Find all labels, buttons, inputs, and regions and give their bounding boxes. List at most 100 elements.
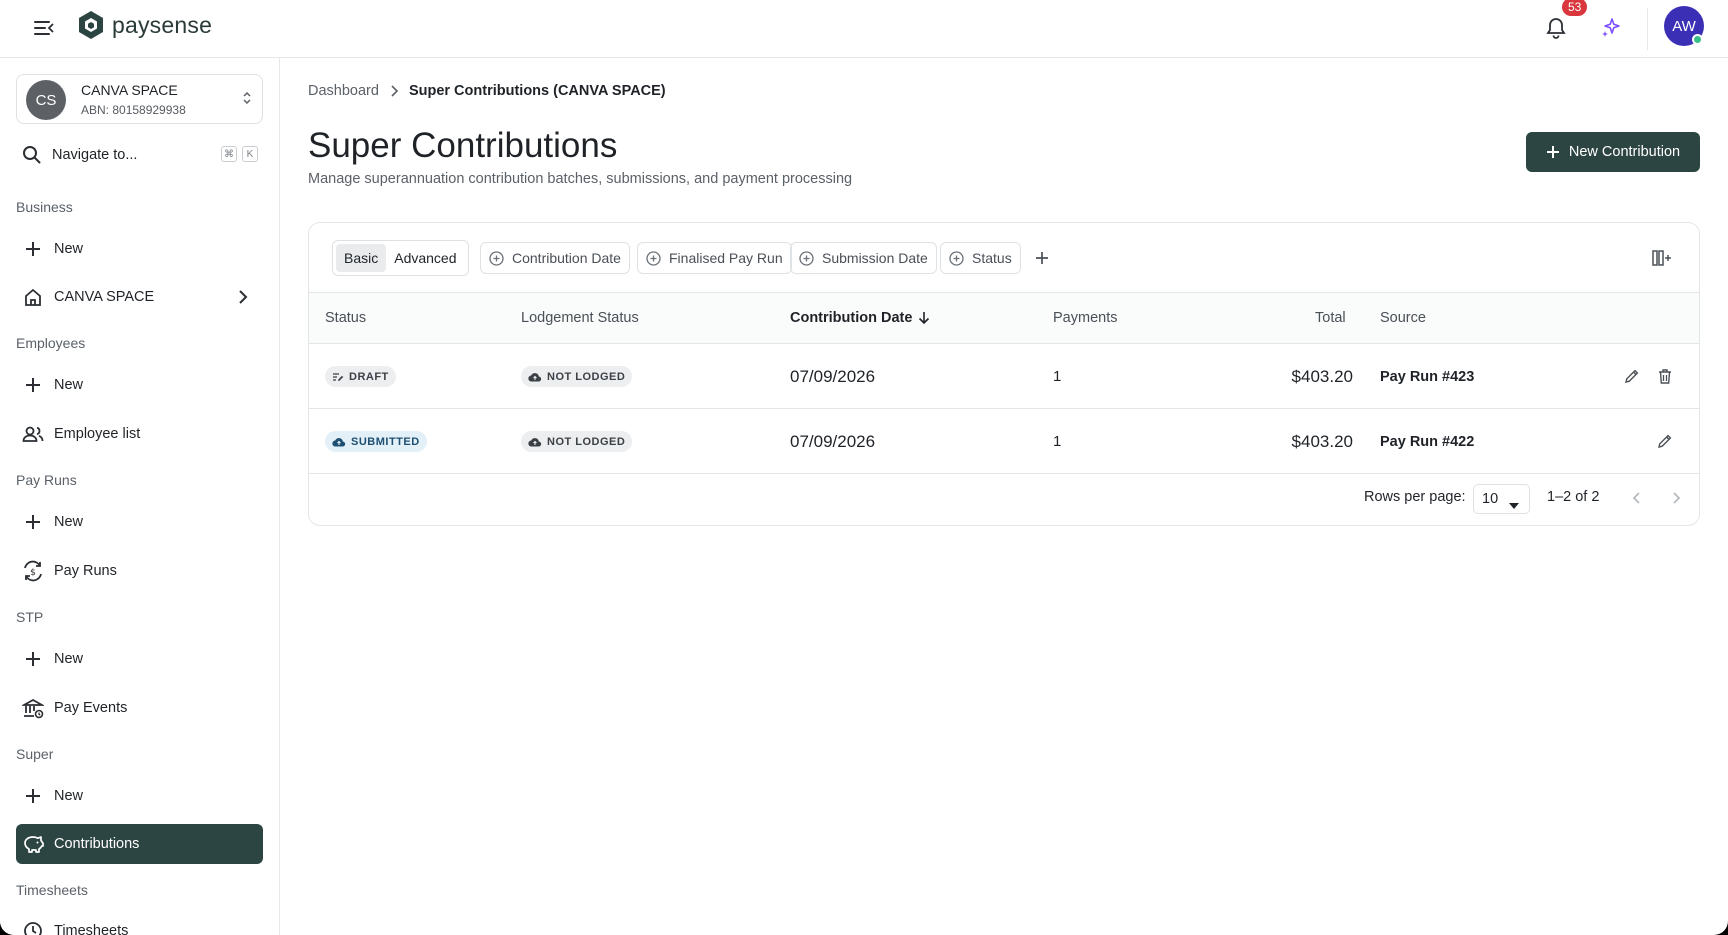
column-header-total[interactable]: Total (1315, 310, 1346, 326)
column-header-lodgement-status[interactable]: Lodgement Status (521, 310, 639, 326)
brand-logo[interactable]: paysense (78, 10, 212, 40)
org-abn: ABN: 80158929938 (81, 103, 186, 117)
bank-icon (22, 697, 44, 719)
piggy-bank-icon (22, 833, 44, 855)
payments-cell: 1 (1053, 368, 1062, 385)
ai-sparkle-icon[interactable] (1597, 14, 1625, 42)
contribution-date-cell: 07/09/2026 (790, 366, 876, 386)
lodgement-cell: NOT LODGED (521, 344, 633, 409)
sidebar-item-timesheets[interactable]: Timesheets (16, 911, 263, 935)
add-filter-plus-icon[interactable] (1031, 247, 1053, 269)
sidebar-item-label: New (54, 651, 84, 667)
breadcrumb-chevron-icon (389, 84, 399, 98)
lodgement-cell: NOT LODGED (521, 409, 633, 474)
edit-pencil-icon[interactable] (1654, 430, 1676, 452)
column-settings-icon[interactable] (1651, 247, 1675, 269)
plus-icon (22, 648, 44, 670)
section-employees: Employees (16, 335, 86, 351)
status-badge-label: SUBMITTED (351, 435, 420, 448)
breadcrumb-dashboard-link[interactable]: Dashboard (308, 83, 379, 99)
column-header-label: Contribution Date (790, 310, 913, 326)
filter-bar: Basic Advanced Contribution Date Finalis… (309, 223, 1699, 293)
total-cell: $403.20 (1291, 431, 1353, 451)
rows-per-page-value: 10 (1482, 491, 1499, 507)
section-super: Super (16, 746, 54, 762)
delete-trash-icon[interactable] (1654, 365, 1676, 387)
chevron-right-icon (233, 287, 253, 311)
sidebar-item-pay-runs[interactable]: $ Pay Runs (16, 551, 263, 591)
sidebar-item-employee-list[interactable]: Employee list (16, 414, 263, 454)
plus-icon (22, 374, 44, 396)
sidebar-item-employees-new[interactable]: New (16, 365, 263, 405)
sidebar-item-label: Employee list (54, 426, 141, 442)
status-badge-label: DRAFT (349, 370, 389, 383)
notifications-count-badge: 53 (1562, 0, 1588, 16)
breadcrumb-current: Super Contributions (CANVA SPACE) (408, 83, 666, 99)
table-row[interactable]: SUBMITTED NOT LODGED 07/09/2026 1 $403.2… (309, 409, 1699, 474)
sidebar-item-stp-new[interactable]: New (16, 639, 263, 679)
plus-icon (22, 785, 44, 807)
filter-chip-finalised-pay-run[interactable]: Finalised Pay Run (637, 242, 792, 274)
org-name: CANVA SPACE (81, 82, 178, 98)
status-cell: SUBMITTED (325, 409, 427, 474)
rows-per-page-select[interactable]: 10 (1473, 484, 1530, 514)
filter-chip-label: Status (972, 250, 1012, 266)
sidebar-item-business-new[interactable]: New (16, 229, 263, 269)
sidebar-item-pay-events[interactable]: Pay Events (16, 688, 263, 728)
pagination-range: 1–2 of 2 (1547, 489, 1600, 505)
sidebar-item-label: New (54, 514, 84, 530)
caret-down-icon (1509, 497, 1519, 513)
column-header-status[interactable]: Status (325, 310, 366, 326)
navigate-to-label: Navigate to... (52, 147, 138, 163)
filter-chip-contribution-date[interactable]: Contribution Date (480, 242, 630, 274)
sidebar-item-label: CANVA SPACE (54, 289, 155, 305)
add-circle-icon (489, 250, 504, 266)
pagination: Rows per page: 10 1–2 of 2 (309, 473, 1699, 523)
brand-name: paysense (112, 11, 213, 38)
filter-mode-advanced[interactable]: Advanced (386, 244, 464, 272)
filter-mode-toggle: Basic Advanced (332, 240, 469, 276)
column-header-contribution-date[interactable]: Contribution Date (790, 310, 930, 326)
section-stp: STP (16, 609, 44, 625)
next-page-chevron-icon[interactable] (1665, 487, 1687, 509)
sidebar-item-label: New (54, 377, 84, 393)
section-business: Business (16, 199, 73, 215)
menu-toggle-icon[interactable] (30, 14, 58, 42)
column-header-payments[interactable]: Payments (1053, 310, 1117, 326)
filter-chip-status[interactable]: Status (940, 242, 1021, 274)
add-circle-icon (949, 250, 964, 266)
column-header-source[interactable]: Source (1380, 310, 1426, 326)
table-row[interactable]: DRAFT NOT LODGED 07/09/2026 1 $403.20 Pa… (309, 344, 1699, 409)
rows-per-page-label: Rows per page: (1364, 489, 1466, 505)
notifications-bell-icon[interactable] (1542, 14, 1570, 42)
plus-icon (22, 238, 44, 260)
add-circle-icon (646, 250, 661, 266)
main-content: Dashboard Super Contributions (CANVA SPA… (280, 58, 1728, 935)
edit-pencil-icon[interactable] (1621, 365, 1643, 387)
new-contribution-label: New Contribution (1568, 144, 1681, 160)
payments-cell: 1 (1053, 433, 1062, 450)
sidebar-item-label: Pay Runs (54, 563, 117, 579)
source-cell[interactable]: Pay Run #422 (1380, 409, 1474, 474)
organization-switcher[interactable]: CS CANVA SPACE ABN: 80158929938 (16, 74, 263, 124)
new-contribution-button[interactable]: New Contribution (1526, 132, 1700, 172)
filter-chip-label: Submission Date (822, 250, 928, 266)
filter-chip-submission-date[interactable]: Submission Date (790, 242, 937, 274)
status-badge: DRAFT (325, 366, 396, 387)
filter-mode-basic[interactable]: Basic (336, 244, 387, 272)
paysense-logo-icon (79, 11, 103, 39)
previous-page-chevron-icon[interactable] (1626, 487, 1648, 509)
source-cell[interactable]: Pay Run #423 (1380, 344, 1474, 409)
shortcut-cmd-key: ⌘ (221, 146, 237, 162)
shortcut-k-key: K (242, 146, 258, 162)
cloud-upload-icon (528, 372, 542, 382)
section-pay-runs: Pay Runs (16, 472, 77, 488)
svg-text:$: $ (30, 568, 36, 578)
sidebar-item-super-new[interactable]: New (16, 776, 263, 816)
sidebar-item-canva-space[interactable]: CANVA SPACE (16, 277, 263, 317)
sidebar-item-pay-runs-new[interactable]: New (16, 502, 263, 542)
online-status-dot (1692, 34, 1703, 45)
sidebar-item-label: Pay Events (54, 700, 128, 716)
sidebar-item-contributions[interactable]: Contributions (16, 824, 263, 864)
navigate-to-search[interactable]: Navigate to... ⌘ K (16, 140, 263, 170)
